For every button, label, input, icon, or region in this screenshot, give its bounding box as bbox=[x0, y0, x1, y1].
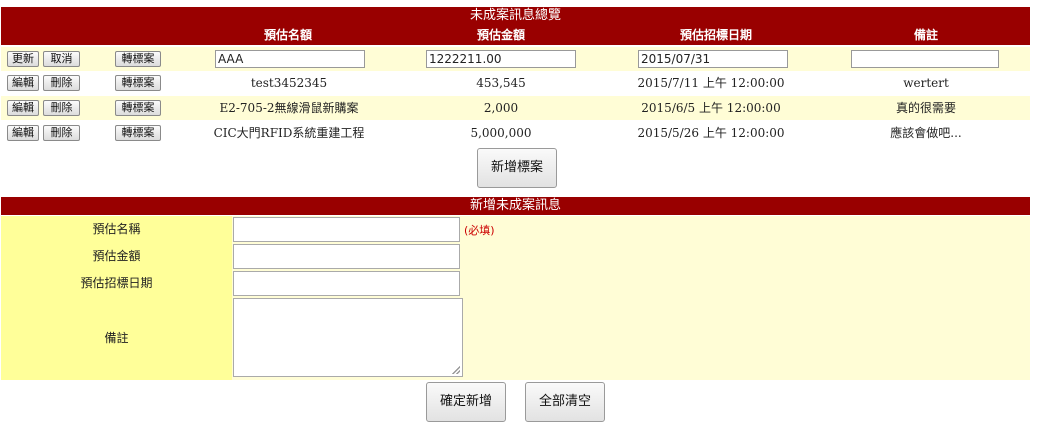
row-date: 2015/7/11 上午 12:00:00 bbox=[637, 76, 785, 90]
name-edit-input[interactable]: AAA bbox=[215, 50, 365, 68]
convert-tender-button[interactable]: 轉標案 bbox=[115, 75, 161, 91]
note-edit-input[interactable] bbox=[851, 50, 999, 68]
add-tender-button[interactable]: 新增標案 bbox=[477, 148, 557, 188]
update-button[interactable]: 更新 bbox=[7, 51, 39, 67]
name-input[interactable] bbox=[233, 217, 460, 242]
note-textarea[interactable] bbox=[233, 298, 463, 377]
confirm-add-button[interactable]: 確定新增 bbox=[426, 382, 506, 422]
amount-input[interactable] bbox=[233, 244, 460, 269]
name-label: 預估名稱 bbox=[1, 216, 232, 243]
convert-tender-button[interactable]: 轉標案 bbox=[115, 51, 161, 67]
note-label: 備註 bbox=[1, 297, 232, 380]
row-name: test3452345 bbox=[250, 76, 328, 90]
row-date: 2015/5/26 上午 12:00:00 bbox=[637, 126, 785, 140]
required-note: (必填) bbox=[464, 224, 495, 237]
date-input[interactable] bbox=[233, 271, 460, 296]
resize-grip-icon[interactable] bbox=[452, 366, 460, 374]
edit-button[interactable]: 編輯 bbox=[7, 100, 39, 116]
header-note: 備註 bbox=[913, 28, 938, 42]
cancel-button[interactable]: 取消 bbox=[43, 51, 80, 67]
clear-all-button[interactable]: 全部清空 bbox=[525, 382, 605, 422]
row-name: CIC大門RFID系統重建工程 bbox=[213, 126, 365, 140]
row-date: 2015/6/5 上午 12:00:00 bbox=[641, 101, 781, 115]
row-amount: 453,545 bbox=[476, 76, 526, 90]
table-row: 編輯 刪除 轉標案 E2-705-2無線滑鼠新購案 2,000 2015/6/5… bbox=[1, 96, 1030, 120]
delete-button[interactable]: 刪除 bbox=[43, 125, 80, 141]
overview-title: 未成案訊息總覽 bbox=[1, 7, 1030, 25]
delete-button[interactable]: 刪除 bbox=[43, 75, 80, 91]
table-row: 編輯 刪除 轉標案 test3452345 453,545 2015/7/11 … bbox=[1, 71, 1030, 95]
row-amount: 5,000,000 bbox=[470, 126, 532, 140]
convert-tender-button[interactable]: 轉標案 bbox=[115, 125, 161, 141]
amount-label: 預估金額 bbox=[1, 243, 232, 270]
form-title: 新增未成案訊息 bbox=[1, 197, 1030, 215]
row-name: E2-705-2無線滑鼠新購案 bbox=[219, 101, 359, 115]
edit-button[interactable]: 編輯 bbox=[7, 75, 39, 91]
edit-button[interactable]: 編輯 bbox=[7, 125, 39, 141]
date-edit-input[interactable]: 2015/07/31 bbox=[638, 50, 788, 68]
delete-button[interactable]: 刪除 bbox=[43, 100, 80, 116]
row-amount: 2,000 bbox=[483, 101, 519, 115]
row-note: wertert bbox=[903, 76, 949, 90]
header-amount: 預估金額 bbox=[476, 28, 525, 42]
row-note: 真的很需要 bbox=[895, 101, 956, 115]
date-label: 預估招標日期 bbox=[1, 270, 232, 297]
row-note: 應該會做吧... bbox=[890, 126, 962, 140]
table-header: 預估名額 預估金額 預估招標日期 備註 bbox=[1, 25, 1030, 45]
table-row-editing: 更新 取消 轉標案 AAA 1222211.00 2015/07/31 bbox=[1, 47, 1030, 71]
header-name: 預估名額 bbox=[263, 28, 312, 42]
table-row: 編輯 刪除 轉標案 CIC大門RFID系統重建工程 5,000,000 2015… bbox=[1, 121, 1030, 145]
amount-edit-input[interactable]: 1222211.00 bbox=[426, 50, 576, 68]
header-date: 預估招標日期 bbox=[679, 28, 752, 42]
convert-tender-button[interactable]: 轉標案 bbox=[115, 100, 161, 116]
